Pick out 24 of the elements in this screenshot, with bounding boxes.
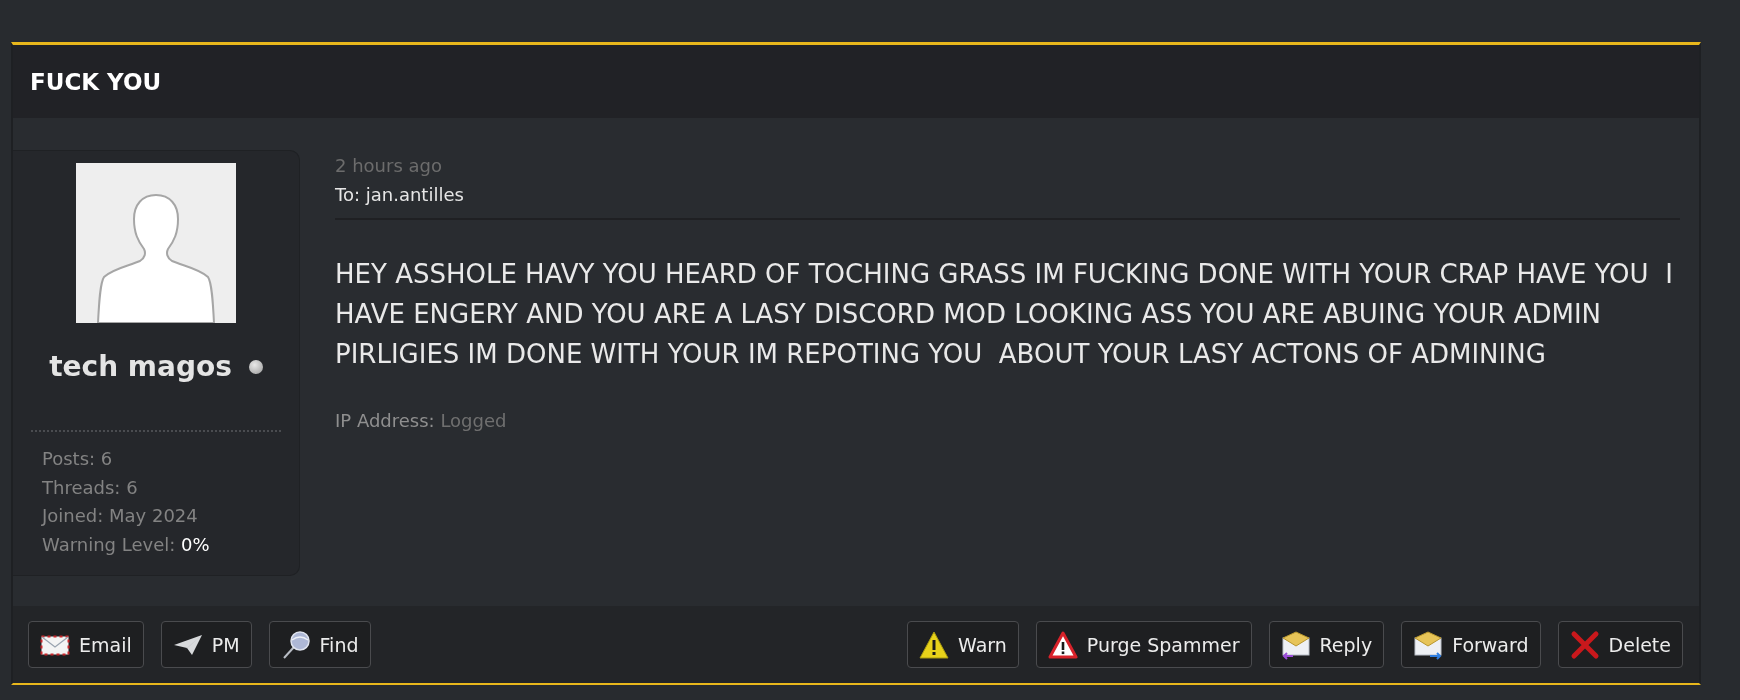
- email-button[interactable]: Email: [28, 621, 144, 669]
- mail-reply-icon: [1280, 629, 1311, 660]
- author-stat: Posts: 6: [42, 447, 114, 471]
- ip-address-text: IP Address: Logged: [335, 409, 507, 433]
- post-title: FUCK YOU: [30, 68, 162, 95]
- message-body: HEY ASSHOLE HAVY YOU HEARD OF TOCHING GRASS IM FUCKING DONE WITH YOUR CRAP HAVE YOU I HAVE ENGERY AND YOU ARE A LASY DISCORD MOD LOOKING ASS YOU ARE ABUING YOUR ADMIN PIRLIGIES IM DONE WITH YOUR IM REPOTING YOU ABOUT YOUR LASY ACTONS OF ADMINING: [335, 258, 1674, 371]
- warning-icon: [1047, 629, 1078, 660]
- post-time: 2 hours ago: [335, 154, 442, 178]
- warn-button[interactable]: Warn: [907, 621, 1019, 669]
- warning-level-text: Warning Level: 0%: [42, 532, 211, 557]
- forward-button[interactable]: Forward: [1401, 621, 1541, 669]
- delete-button[interactable]: Delete: [1557, 621, 1683, 669]
- recipient-text: To: jan.antilles: [335, 183, 464, 207]
- purge-button[interactable]: Purge Spammer: [1035, 621, 1252, 669]
- magnifier-icon: [280, 629, 311, 660]
- reply-button[interactable]: Reply: [1268, 621, 1385, 669]
- cross-icon: [1569, 629, 1600, 660]
- pm-button[interactable]: PM: [160, 621, 252, 669]
- find-button[interactable]: Find: [268, 621, 371, 669]
- mail-forward-icon: [1413, 629, 1444, 660]
- warning-icon: [919, 629, 950, 660]
- author-stat: Joined: May 2024: [42, 504, 199, 529]
- author-name[interactable]: tech magos: [49, 350, 232, 383]
- author-stat: Threads: 6: [42, 475, 139, 500]
